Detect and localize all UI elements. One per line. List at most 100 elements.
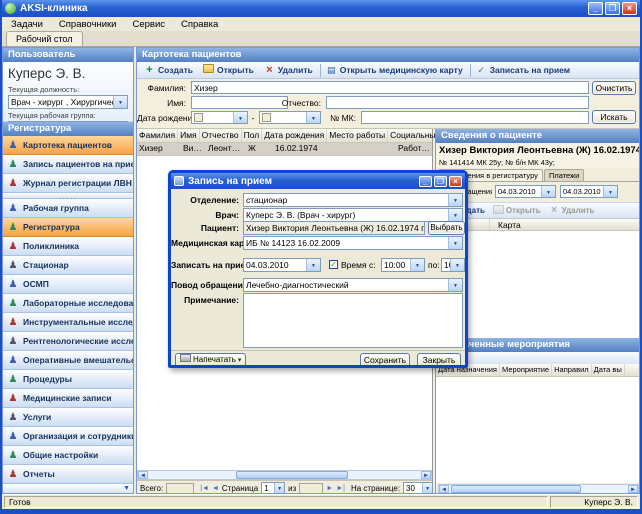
sidebar-item[interactable]: Медицинские записи: [3, 389, 133, 408]
dialog-close-action-button[interactable]: Закрыть: [417, 352, 461, 365]
prev-page-icon[interactable]: ◄: [212, 485, 219, 492]
page-select[interactable]: 1: [261, 482, 286, 493]
dropdown-arrow-icon[interactable]: [448, 279, 462, 291]
surname-input[interactable]: [191, 81, 589, 94]
visits-toolbar-button[interactable]: Удалить: [549, 205, 595, 216]
sidebar-item[interactable]: Отчеты: [3, 465, 133, 484]
column-header[interactable]: Дата вы: [592, 363, 625, 376]
sidebar-item[interactable]: Картотека пациентов: [3, 136, 133, 155]
tab-desktop[interactable]: Рабочий стол: [6, 31, 83, 46]
print-button[interactable]: Напечатать: [175, 352, 247, 365]
dropdown-arrow-icon[interactable]: [113, 96, 127, 108]
dropdown-arrow-icon[interactable]: [233, 112, 247, 123]
sidebar-item[interactable]: Запись пациентов на прием: [3, 155, 133, 174]
scroll-left-icon[interactable]: ◄: [138, 471, 148, 479]
mk-input[interactable]: [361, 111, 589, 124]
dialog-maximize-button[interactable]: ❐: [434, 175, 447, 187]
dropdown-arrow-icon[interactable]: [306, 112, 320, 123]
toolbar-button[interactable]: Создать: [139, 64, 198, 77]
birthdate-from-select[interactable]: [191, 111, 248, 124]
save-button[interactable]: Сохранить: [360, 352, 410, 365]
sidebar-item[interactable]: ОСМП: [3, 275, 133, 294]
scroll-right-icon[interactable]: ►: [628, 485, 638, 493]
column-header[interactable]: Отчество: [200, 129, 242, 142]
sidebar-item[interactable]: Оперативные вмешательства: [3, 351, 133, 370]
scroll-right-icon[interactable]: ►: [421, 471, 431, 479]
card-column-header[interactable]: Карта: [490, 219, 639, 230]
dropdown-arrow-icon[interactable]: [603, 186, 617, 197]
time-from-select[interactable]: 10:00: [381, 258, 425, 272]
toolbar-button[interactable]: Удалить: [259, 64, 318, 77]
medcard-select[interactable]: ИБ № 14123 16.02.2009: [243, 236, 463, 250]
reason-select[interactable]: Лечебно-диагностический: [243, 278, 463, 292]
date-checkbox[interactable]: [194, 113, 203, 122]
restore-button[interactable]: ❐: [605, 2, 620, 15]
note-textarea[interactable]: [243, 293, 463, 348]
sidebar-item[interactable]: Организация и сотрудники: [3, 427, 133, 446]
dropdown-arrow-icon[interactable]: [448, 237, 462, 249]
sidebar-item[interactable]: Услуги: [3, 408, 133, 427]
dialog-minimize-button[interactable]: _: [419, 175, 432, 187]
scroll-thumb[interactable]: [451, 485, 581, 493]
scroll-track[interactable]: [449, 485, 628, 493]
visit-date-from-select[interactable]: 04.03.2010: [495, 185, 556, 198]
search-button[interactable]: Искать: [592, 110, 636, 124]
dropdown-arrow-icon[interactable]: [274, 483, 285, 493]
dropdown-arrow-icon[interactable]: [306, 259, 320, 271]
column-header[interactable]: Пол: [242, 129, 263, 142]
chevron-down-icon[interactable]: ▼: [123, 485, 130, 492]
minimize-button[interactable]: _: [588, 2, 603, 15]
scroll-track[interactable]: [148, 471, 421, 479]
last-page-icon[interactable]: ►|: [336, 485, 345, 492]
menu-item[interactable]: Сервис: [132, 19, 165, 30]
visits-toolbar-button[interactable]: Открыть: [493, 205, 541, 217]
menu-item[interactable]: Справка: [181, 19, 218, 30]
time-to-select[interactable]: 10:30: [441, 258, 465, 272]
choose-patient-button[interactable]: Выбрать: [428, 221, 465, 235]
dropdown-arrow-icon[interactable]: [541, 186, 555, 197]
dialog-close-button[interactable]: ×: [449, 175, 462, 187]
department-select[interactable]: стационар: [243, 193, 463, 207]
menu-item[interactable]: Справочники: [59, 19, 117, 30]
patronymic-input[interactable]: [326, 96, 589, 109]
toolbar-button[interactable]: Открыть медицинскую карту: [319, 63, 468, 77]
dropdown-arrow-icon[interactable]: [410, 259, 424, 271]
column-header[interactable]: Дата рождения: [262, 129, 328, 142]
sidebar-item[interactable]: Рентгенологические исследования: [3, 332, 133, 351]
close-button[interactable]: ×: [622, 2, 637, 15]
toolbar-button[interactable]: Записать на прием: [469, 63, 575, 77]
toolbar-button[interactable]: Открыть: [198, 63, 259, 77]
scroll-thumb[interactable]: [236, 471, 348, 479]
appoint-date-select[interactable]: 04.03.2010: [243, 258, 321, 272]
column-header[interactable]: Имя: [178, 129, 200, 142]
sidebar-item[interactable]: Инструментальные исследования: [3, 313, 133, 332]
sidebar-item[interactable]: Стационар: [3, 256, 133, 275]
table-horizontal-scrollbar[interactable]: ◄ ►: [137, 470, 432, 480]
column-header[interactable]: Направил: [552, 363, 592, 376]
perpage-select[interactable]: 30: [403, 482, 434, 493]
date-checkbox[interactable]: [262, 113, 271, 122]
column-header[interactable]: Место работы: [327, 129, 389, 142]
events-list[interactable]: [436, 376, 639, 483]
sidebar-item[interactable]: Общие настройки: [3, 446, 133, 465]
dropdown-arrow-icon[interactable]: [448, 194, 462, 206]
sidebar-item[interactable]: Регистратура: [3, 218, 133, 237]
birthdate-to-select[interactable]: [259, 111, 321, 124]
clear-button[interactable]: Очистить: [592, 81, 636, 95]
dropdown-arrow-icon[interactable]: [422, 483, 433, 493]
first-page-icon[interactable]: |◄: [200, 485, 209, 492]
events-horizontal-scrollbar[interactable]: ◄ ►: [438, 484, 639, 493]
visit-date-to-select[interactable]: 04.03.2010: [560, 185, 618, 198]
sidebar-item[interactable]: Рабочая группа: [3, 199, 133, 218]
column-header[interactable]: Мероприятие: [500, 363, 553, 376]
table-row[interactable]: Хизер Виктория Леонтьевна Ж 16.02.1974 Р…: [137, 143, 432, 156]
time-checkbox[interactable]: [329, 260, 338, 269]
next-page-icon[interactable]: ►: [326, 485, 333, 492]
column-header[interactable]: Фамилия: [137, 129, 179, 142]
scroll-left-icon[interactable]: ◄: [439, 485, 449, 493]
sidebar-item[interactable]: Журнал регистрации ЛВН: [3, 174, 133, 193]
patient-tab[interactable]: Платежи: [543, 169, 585, 181]
sidebar-item[interactable]: Поликлиника: [3, 237, 133, 256]
sidebar-item[interactable]: Процедуры: [3, 370, 133, 389]
doctor-select[interactable]: Куперс Э. В. (Врач - хирург): [243, 208, 463, 222]
